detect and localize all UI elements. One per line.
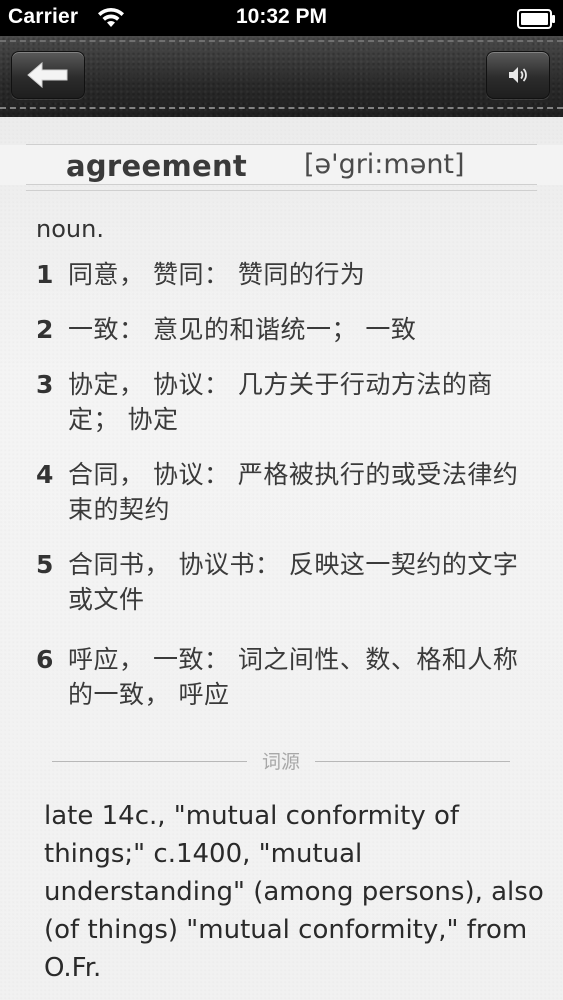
definition-item: 4 合同， 协议： 严格被执行的或受法律约束的契约 — [36, 457, 526, 527]
definition-item: 3 协定， 协议： 几方关于行动方法的商定； 协定 — [36, 367, 526, 437]
definition-text: 合同， 协议： 严格被执行的或受法律约束的契约 — [68, 460, 519, 524]
navigation-bar — [0, 36, 563, 117]
nav-stitching-bottom — [0, 107, 563, 109]
etymology-text: late 14c., "mutual conformity of things;… — [44, 801, 544, 983]
definition-number: 2 — [36, 315, 54, 344]
status-time: 10:32 PM — [235, 5, 328, 28]
definition-item: 2 一致： 意见的和谐统一； 一致 — [36, 312, 526, 347]
ruled-line — [26, 184, 537, 185]
status-bar: Carrier 10:32 PM — [0, 0, 563, 36]
definition-text: 同意， 赞同： 赞同的行为 — [68, 260, 366, 289]
definition-number: 3 — [36, 370, 54, 399]
definition-text: 协定， 协议： 几方关于行动方法的商定； 协定 — [68, 370, 493, 434]
speaker-icon — [509, 67, 527, 83]
definition-item: 6 呼应， 一致： 词之间性、数、格和人称的一致， 呼应 — [36, 642, 526, 712]
definition-number: 4 — [36, 460, 54, 489]
back-button[interactable] — [11, 51, 85, 99]
headword: agreement — [66, 149, 248, 183]
phonetic-transcription: [ə'gri:mənt] — [304, 149, 465, 180]
pronounce-button[interactable] — [486, 51, 550, 99]
ruled-line — [26, 190, 537, 191]
battery-icon — [517, 9, 555, 29]
definition-number: 1 — [36, 260, 54, 289]
definition-text: 合同书， 协议书： 反映这一契约的文字或文件 — [68, 550, 519, 614]
back-arrow-icon — [27, 61, 68, 89]
definition-item: 5 合同书， 协议书： 反映这一契约的文字或文件 — [36, 547, 526, 617]
definition-number: 5 — [36, 550, 54, 579]
dictionary-screen: Carrier 10:32 PM agreement [ə'gri:mənt] … — [0, 0, 563, 1000]
definition-item: 1 同意， 赞同： 赞同的行为 — [36, 257, 526, 292]
etymology-divider: 词源 — [52, 746, 510, 776]
definition-text: 呼应， 一致： 词之间性、数、格和人称的一致， 呼应 — [68, 645, 519, 709]
entry-content: agreement [ə'gri:mənt] noun. 1 同意， 赞同： 赞… — [0, 117, 563, 1000]
definition-text: 一致： 意见的和谐统一； 一致 — [68, 315, 417, 344]
divider-rule — [315, 761, 510, 762]
nav-stitching-top — [0, 40, 563, 42]
part-of-speech: noun. — [36, 215, 104, 243]
definition-number: 6 — [36, 645, 54, 674]
headword-row: agreement [ə'gri:mənt] — [0, 145, 563, 185]
